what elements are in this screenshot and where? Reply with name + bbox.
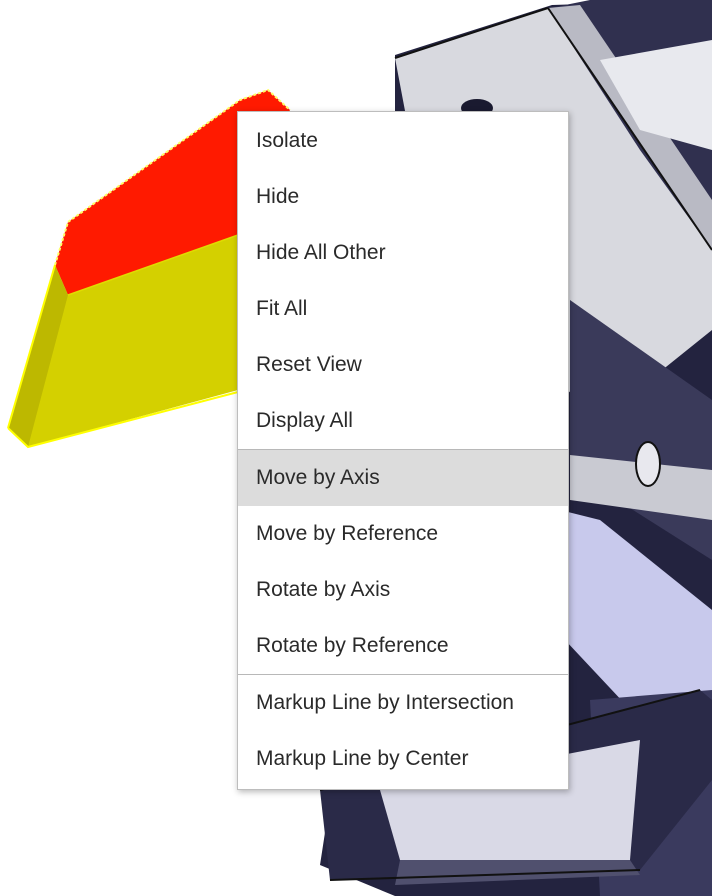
menu-item-hide[interactable]: Hide [238, 169, 568, 225]
menu-item-markup-line-by-center[interactable]: Markup Line by Center [238, 731, 568, 787]
menu-item-move-by-reference[interactable]: Move by Reference [238, 506, 568, 562]
menu-item-rotate-by-reference[interactable]: Rotate by Reference [238, 618, 568, 674]
menu-group-visibility: Isolate Hide Hide All Other Fit All Rese… [238, 113, 568, 450]
menu-item-isolate[interactable]: Isolate [238, 113, 568, 169]
menu-item-reset-view[interactable]: Reset View [238, 337, 568, 393]
menu-group-markup: Markup Line by Intersection Markup Line … [238, 675, 568, 787]
context-menu: Isolate Hide Hide All Other Fit All Rese… [237, 111, 569, 790]
menu-item-markup-line-by-intersection[interactable]: Markup Line by Intersection [238, 675, 568, 731]
menu-group-transform: Move by Axis Move by Reference Rotate by… [238, 450, 568, 675]
menu-item-rotate-by-axis[interactable]: Rotate by Axis [238, 562, 568, 618]
menu-item-fit-all[interactable]: Fit All [238, 281, 568, 337]
menu-item-hide-all-other[interactable]: Hide All Other [238, 225, 568, 281]
menu-item-move-by-axis[interactable]: Move by Axis [238, 450, 568, 506]
menu-item-display-all[interactable]: Display All [238, 393, 568, 449]
